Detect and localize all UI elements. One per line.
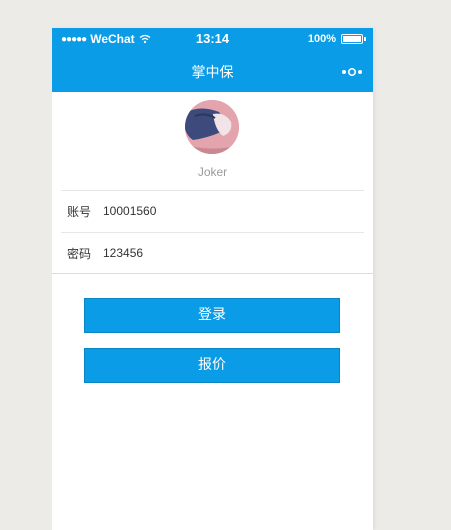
username: Joker	[197, 165, 228, 179]
page-title: 掌中保	[191, 65, 234, 81]
account-row[interactable]: 账号 10001560	[61, 191, 364, 231]
account-label: 账号	[67, 204, 92, 219]
battery-icon	[341, 34, 366, 44]
avatar[interactable]	[185, 100, 239, 154]
quote-button[interactable]: 报价	[84, 348, 340, 383]
phone-screen: ●●●●● WeChat 13:14 100% 掌中保 Joker 账号 100…	[52, 28, 373, 530]
password-row[interactable]: 密码 123456	[61, 233, 364, 273]
more-options-icon[interactable]	[341, 68, 363, 76]
password-label: 密码	[67, 246, 92, 261]
battery-percentage: 100%	[307, 33, 336, 45]
account-field[interactable]: 10001560	[103, 204, 156, 218]
header-bar: ●●●●● WeChat 13:14 100% 掌中保	[52, 28, 373, 92]
avatar-image	[185, 100, 239, 154]
login-button[interactable]: 登录	[84, 298, 340, 333]
password-field[interactable]: 123456	[103, 246, 143, 260]
status-right: 100%	[307, 33, 366, 45]
divider	[52, 273, 373, 274]
status-bar: ●●●●● WeChat 13:14 100%	[52, 28, 373, 50]
